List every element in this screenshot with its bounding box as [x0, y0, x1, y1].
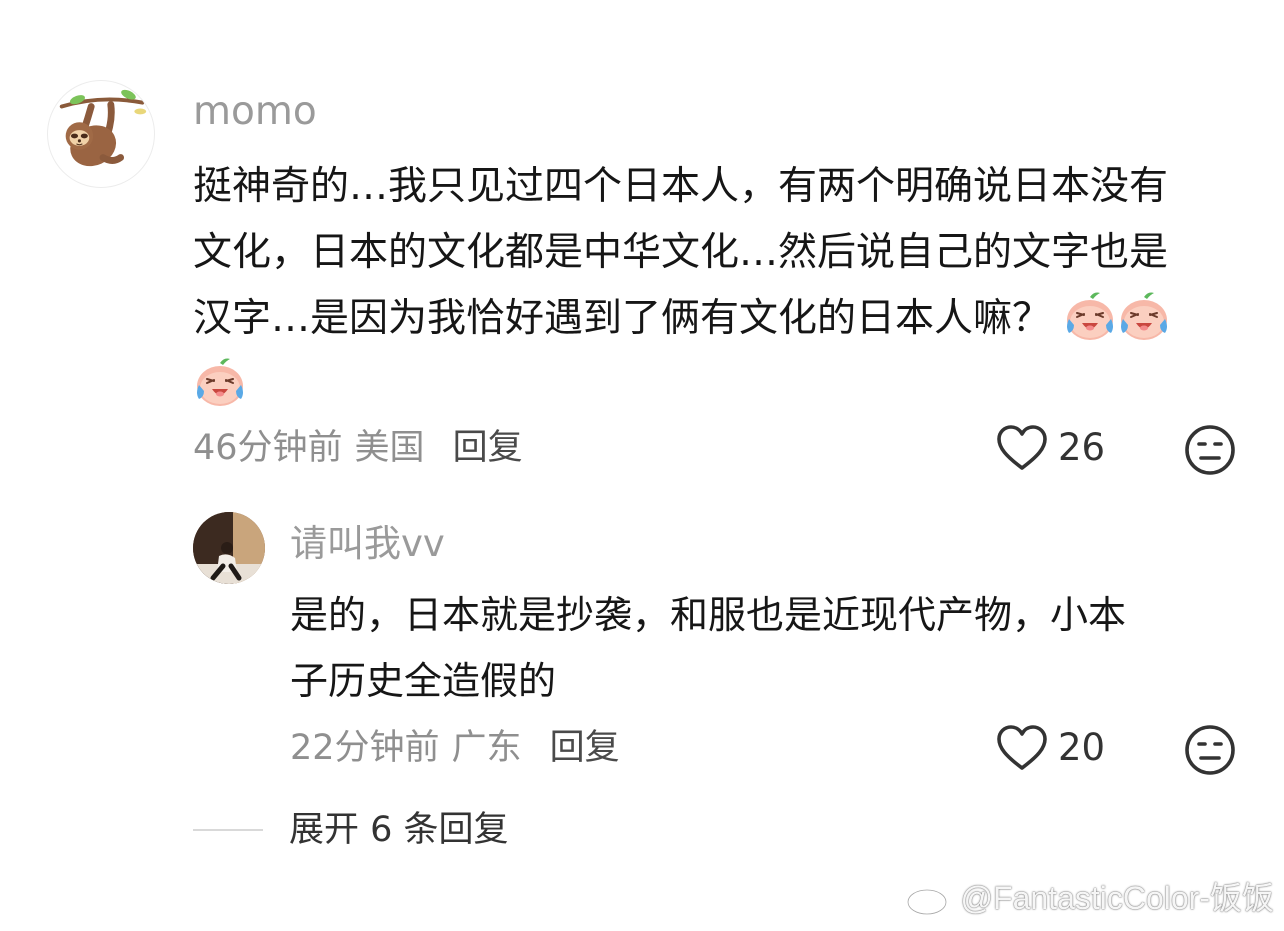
reply-user-avatar[interactable] [193, 512, 265, 584]
comment-time: 46分钟前 [193, 428, 343, 468]
neutral-face-icon [1185, 425, 1235, 475]
laugh-cry-peach-icon [1063, 289, 1117, 343]
reply-location: 广东 [451, 728, 522, 768]
comment-username[interactable]: momo [193, 88, 317, 136]
reply-text: 是的，日本就是抄袭，和服也是近现代产物，小本 子历史全造假的 [290, 582, 1250, 714]
like-button[interactable]: 26 [996, 424, 1105, 472]
comment-text-line: 挺神奇的…我只见过四个日本人，有两个明确说日本没有 [193, 164, 1169, 209]
watermark: @FantasticColor-饭饭 [905, 873, 1274, 919]
watermark-text: @FantasticColor-饭饭 [960, 880, 1274, 916]
photo-avatar-icon [193, 512, 265, 584]
comment-text-line [193, 352, 1243, 418]
expand-replies-button[interactable]: 展开 6 条回复 [193, 806, 509, 854]
comment-text-line: 汉字…是因为我恰好遇到了俩有文化的日本人嘛？ [193, 286, 1243, 352]
reply-text-line: 子历史全造假的 [290, 659, 557, 703]
reply-reply-button[interactable]: 回复 [550, 728, 620, 768]
comment-location: 美国 [354, 428, 425, 468]
weibo-logo-icon [906, 880, 954, 916]
heart-icon [997, 725, 1047, 770]
comment-text-line: 文化，日本的文化都是中华文化…然后说自己的文字也是 [193, 230, 1169, 275]
comment-text: 挺神奇的…我只见过四个日本人，有两个明确说日本没有 文化，日本的文化都是中华文化… [193, 154, 1243, 418]
laugh-cry-peach-icon [193, 355, 247, 409]
reply-like-count: 20 [1058, 726, 1106, 769]
reply-like-button[interactable]: 20 [996, 724, 1105, 772]
reply-button[interactable]: 回复 [453, 428, 523, 468]
reply-meta: 22分钟前 广东 回复 [290, 724, 620, 772]
user-avatar[interactable] [47, 80, 155, 188]
reply-username[interactable]: 请叫我vv [290, 520, 445, 568]
neutral-face-icon [1185, 725, 1235, 775]
dislike-button[interactable] [1184, 424, 1236, 476]
reply-dislike-button[interactable] [1184, 724, 1236, 776]
like-count: 26 [1058, 426, 1106, 469]
divider [193, 829, 263, 831]
reply-time: 22分钟前 [290, 728, 440, 768]
expand-replies-label: 展开 6 条回复 [289, 810, 509, 850]
comment-meta: 46分钟前 美国 回复 [193, 424, 523, 472]
heart-icon [997, 425, 1047, 470]
laugh-cry-peach-icon [1117, 289, 1171, 343]
sloth-avatar-icon [59, 89, 147, 167]
reply-text-line: 是的，日本就是抄袭，和服也是近现代产物，小本 [290, 593, 1127, 637]
